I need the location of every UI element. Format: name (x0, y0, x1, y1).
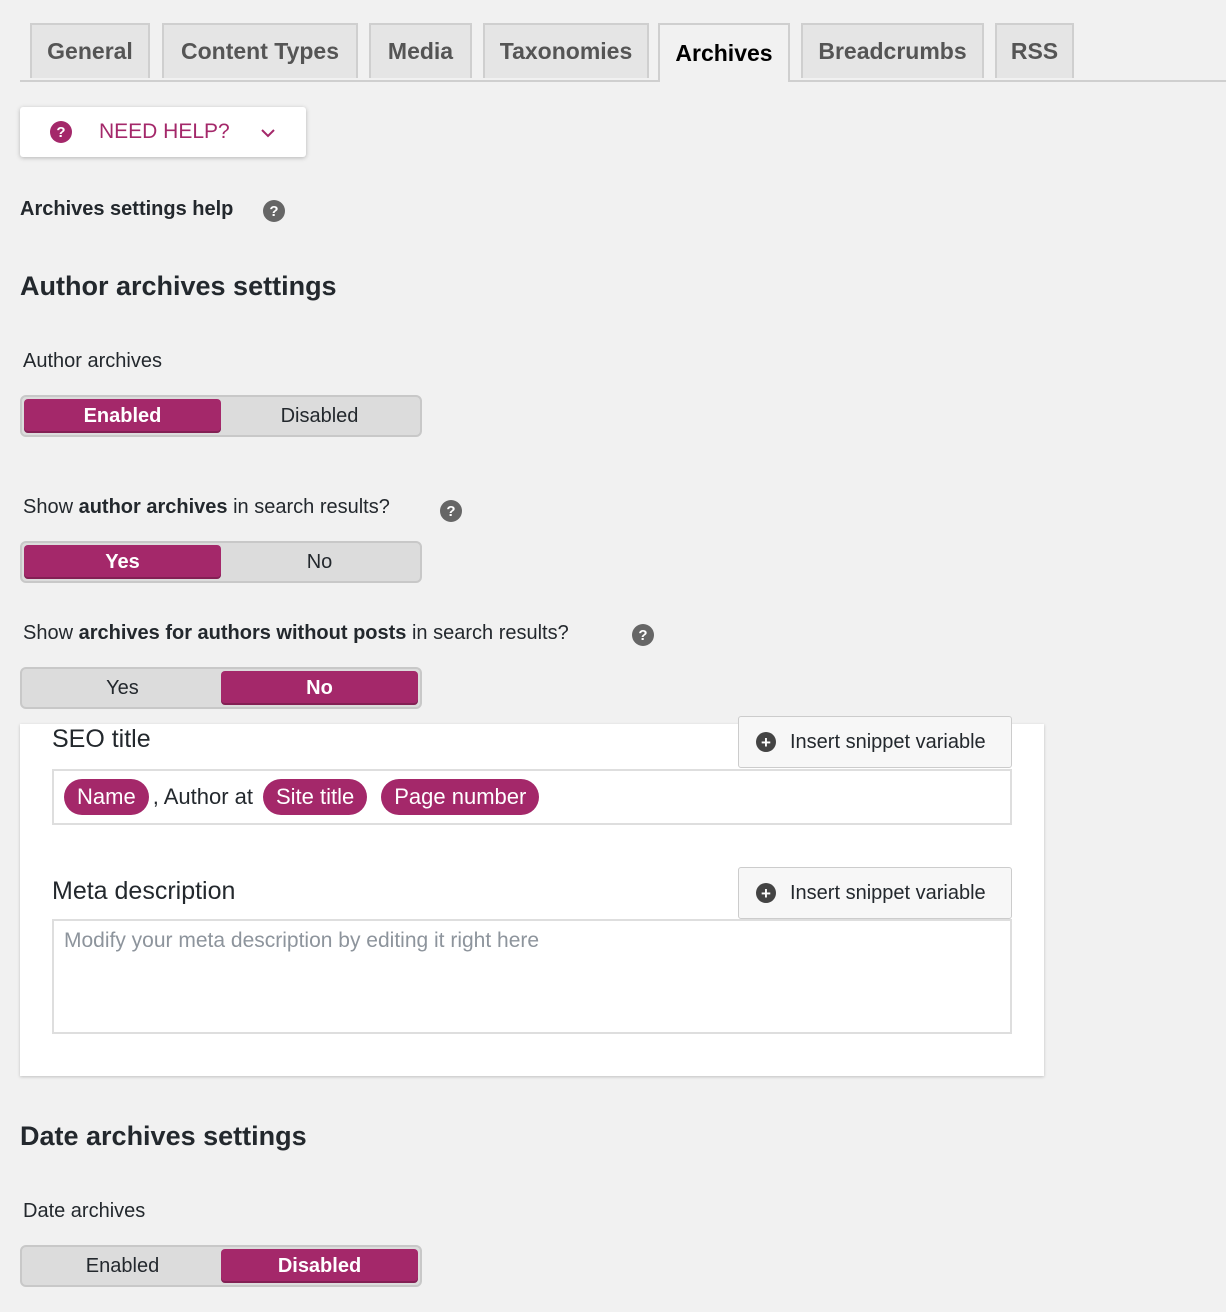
label-suffix: in search results? (227, 496, 390, 518)
author-archives-enabled-option[interactable]: Enabled (24, 399, 221, 433)
archives-help-label: Archives settings help (20, 198, 234, 220)
plus-circle-icon: + (756, 732, 776, 752)
author-archives-disabled-option[interactable]: Disabled (221, 399, 418, 433)
seo-title-insert-snippet-button[interactable]: + Insert snippet variable (738, 716, 1012, 768)
label-prefix: Show (23, 496, 79, 518)
tab-media[interactable]: Media (369, 23, 472, 78)
seo-title-input[interactable]: Name , Author at Site title Page number (52, 769, 1012, 825)
label-suffix: in search results? (406, 622, 569, 644)
authors-without-posts-no-option[interactable]: No (221, 671, 418, 705)
insert-snippet-label: Insert snippet variable (790, 730, 986, 753)
date-archives-disabled-option[interactable]: Disabled (221, 1249, 418, 1283)
meta-description-placeholder: Modify your meta description by editing … (64, 929, 540, 952)
help-icon[interactable]: ? (632, 624, 654, 646)
date-archives-label: Date archives (23, 1200, 146, 1222)
need-help-label: NEED HELP? (99, 120, 230, 143)
date-section-heading: Date archives settings (20, 1121, 307, 1151)
date-archives-toggle: Enabled Disabled (20, 1245, 422, 1287)
authors-without-posts-toggle: Yes No (20, 667, 422, 709)
label-bold: archives for authors without posts (78, 622, 407, 644)
label-bold: author archives (78, 496, 228, 518)
author-snippet-panel: SEO title + Insert snippet variable Name… (20, 716, 1044, 1076)
author-section-heading: Author archives settings (20, 271, 337, 301)
settings-tabs: General Content Types Media Taxonomies A… (20, 23, 1226, 82)
tab-general[interactable]: General (30, 23, 150, 78)
need-help-button[interactable]: ? NEED HELP? (20, 107, 306, 157)
meta-description-input[interactable]: Modify your meta description by editing … (52, 919, 1012, 1034)
date-archives-enabled-option[interactable]: Enabled (24, 1249, 221, 1283)
help-icon[interactable]: ? (440, 500, 462, 522)
show-author-archives-label: Show author archives in search results? (23, 496, 390, 519)
chevron-down-icon (260, 120, 276, 144)
author-archives-label: Author archives (23, 350, 162, 372)
tab-taxonomies[interactable]: Taxonomies (483, 23, 649, 78)
insert-snippet-label: Insert snippet variable (790, 881, 986, 904)
show-author-archives-no-option[interactable]: No (221, 545, 418, 579)
seo-title-label: SEO title (52, 725, 151, 753)
meta-description-insert-snippet-button[interactable]: + Insert snippet variable (738, 867, 1012, 919)
seo-title-text: , Author at (152, 784, 253, 809)
help-icon[interactable]: ? (263, 200, 285, 222)
plus-circle-icon: + (756, 883, 776, 903)
tab-archives[interactable]: Archives (658, 23, 790, 82)
tab-content-types[interactable]: Content Types (162, 23, 358, 78)
snippet-token-page-number[interactable]: Page number (381, 779, 540, 815)
show-author-archives-toggle: Yes No (20, 541, 422, 583)
label-prefix: Show (23, 622, 79, 644)
authors-without-posts-label: Show archives for authors without posts … (23, 622, 569, 645)
tab-rss[interactable]: RSS (995, 23, 1074, 78)
authors-without-posts-yes-option[interactable]: Yes (24, 671, 221, 705)
show-author-archives-yes-option[interactable]: Yes (24, 545, 221, 579)
tab-breadcrumbs[interactable]: Breadcrumbs (801, 23, 984, 78)
author-archives-toggle: Enabled Disabled (20, 395, 422, 437)
question-circle-icon: ? (50, 121, 72, 143)
snippet-token-name[interactable]: Name (64, 779, 149, 815)
snippet-token-site-title[interactable]: Site title (262, 779, 368, 815)
meta-description-label: Meta description (52, 877, 236, 905)
